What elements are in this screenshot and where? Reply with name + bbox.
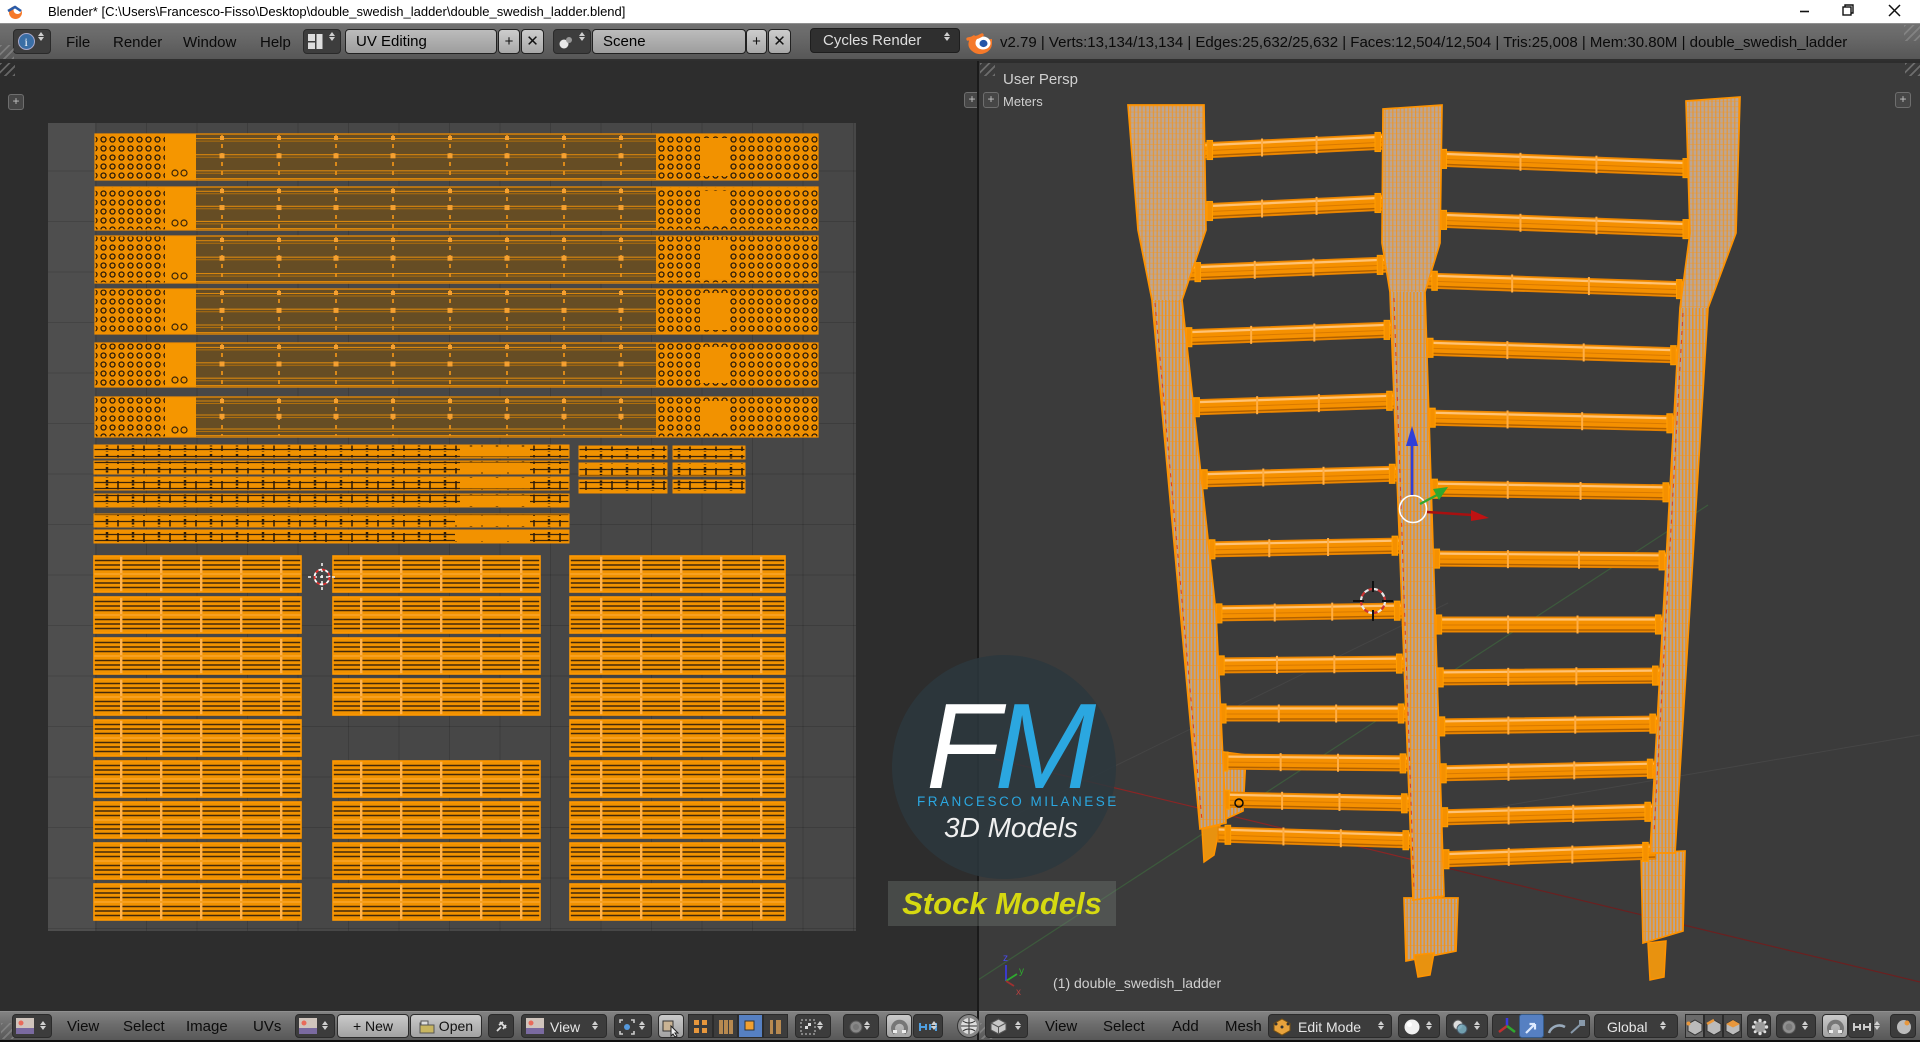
svg-text:x: x <box>1016 987 1021 998</box>
svg-text:z: z <box>1003 953 1008 964</box>
svg-text:y: y <box>1019 966 1024 977</box>
